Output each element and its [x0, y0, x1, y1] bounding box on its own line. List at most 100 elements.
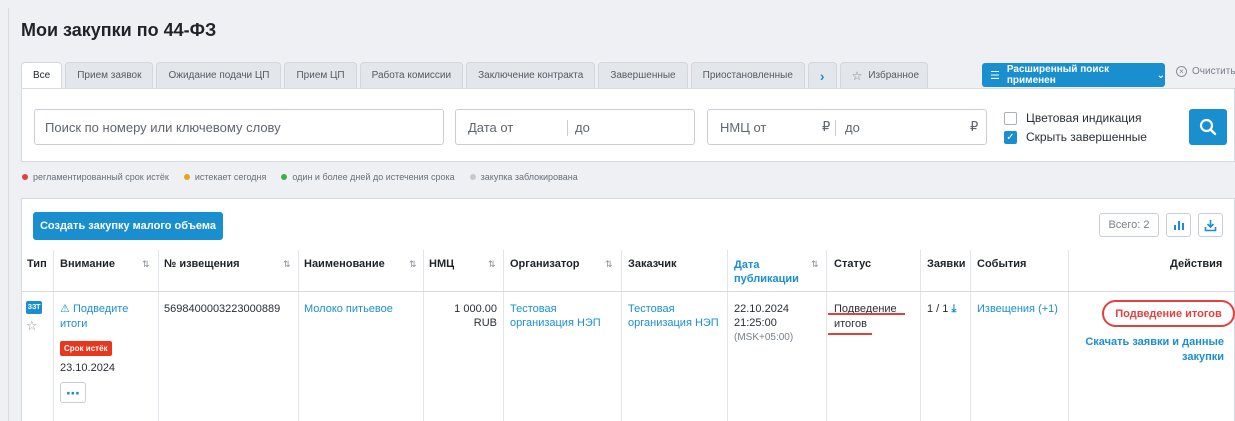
col-name[interactable]: Наименование [304, 258, 385, 270]
chevron-right-icon: › [819, 67, 825, 84]
legend-label: один и более дней до истечения срока [292, 172, 455, 182]
color-indication-option[interactable]: Цветовая индикация [1004, 111, 1141, 125]
hide-completed-label: Скрыть завершенные [1026, 130, 1147, 144]
legend-label: истекает сегодня [194, 172, 267, 182]
sort-icon[interactable]: ⇅ [811, 259, 819, 270]
tab-contract[interactable]: Заключение контракта [466, 62, 596, 88]
col-applications: Заявки [927, 258, 966, 270]
column-divider [727, 250, 728, 421]
customer-link[interactable]: Тестовая [628, 302, 675, 316]
sort-icon[interactable]: ⇅ [488, 259, 496, 270]
date-range-input[interactable]: Дата от до [455, 109, 695, 145]
deadline-date: 23.10.2024 [60, 362, 116, 374]
ruble-icon: ₽ [822, 119, 831, 134]
column-divider [970, 250, 971, 421]
nmc-value: 1 000.00 [454, 303, 497, 315]
sort-icon[interactable]: ⇅ [142, 259, 150, 270]
col-customer[interactable]: Заказчик [628, 258, 676, 270]
summarize-results-button[interactable]: Подведение итогов [1102, 300, 1235, 327]
tab-commission[interactable]: Работа комиссии [359, 62, 464, 88]
sort-icon[interactable]: ⇅ [283, 259, 291, 270]
page-title: Мои закупки по 44-ФЗ [21, 20, 217, 40]
column-divider [621, 250, 622, 421]
tab-label: Работа комиссии [371, 70, 452, 81]
tab-label: Прием ЦП [296, 70, 345, 81]
date-to-placeholder: до [575, 120, 590, 135]
attention-text-line2[interactable]: итоги [60, 317, 87, 331]
bar-chart-icon [1173, 221, 1184, 230]
col-actions: Действия [1170, 258, 1223, 270]
attention-link[interactable]: ⚠ Подведите [60, 302, 128, 316]
nmc-range-input[interactable]: НМЦ от ₽ до ₽ [707, 109, 987, 145]
publication-time: 21:25:00 [734, 317, 777, 329]
total-count: Всего: 2 [1099, 213, 1159, 237]
legend-label: регламентированный срок истёк [33, 172, 169, 182]
column-settings-button[interactable] [1166, 213, 1191, 237]
hide-completed-checkbox[interactable]: ✓ [1004, 130, 1017, 144]
color-indication-checkbox[interactable] [1004, 111, 1017, 125]
star-icon: ☆ [851, 68, 863, 83]
tab-label: Завершенные [610, 70, 676, 81]
col-nmc[interactable]: НМЦ [429, 258, 454, 270]
nmc-from-placeholder: НМЦ от [720, 120, 767, 135]
legend-item: закупка заблокирована [469, 172, 578, 182]
sort-icon[interactable]: ⇅ [409, 259, 417, 270]
publication-date: 22.10.2024 [734, 303, 790, 315]
deadline-expired-badge: Срок истёк [60, 341, 112, 356]
tab-suspended[interactable]: Приостановленные [690, 62, 805, 88]
download-icon[interactable]: ⤓ [951, 303, 956, 315]
column-divider [826, 250, 827, 421]
tab-label: Заключение контракта [478, 70, 584, 81]
more-actions-button[interactable]: ⋯ [60, 382, 86, 403]
tab-applications[interactable]: Прием заявок [65, 62, 154, 88]
ruble-icon: ₽ [970, 119, 979, 134]
tab-label: Ожидание подачи ЦП [168, 70, 270, 81]
tab-all[interactable]: Все [21, 62, 63, 88]
create-small-purchase-button[interactable]: Создать закупку малого объема [33, 212, 223, 240]
download-link-line2: закупки [1182, 351, 1224, 363]
download-applications-link[interactable]: Скачать заявки и данные закупки [1078, 335, 1224, 365]
purchase-name-link[interactable]: Молоко питьевое [304, 302, 393, 316]
column-divider [158, 250, 159, 421]
clear-label: Очистить [1192, 66, 1235, 77]
events-link[interactable]: Извещения (+1) [977, 302, 1058, 316]
legend-item: истекает сегодня [183, 172, 267, 182]
advanced-search-button[interactable]: ☰ Расширенный поиск применен ⌄ [982, 63, 1165, 87]
tab-label: Все [33, 70, 51, 81]
customer-link-line2[interactable]: организация НЭП [628, 316, 719, 330]
color-indication-label: Цветовая индикация [1026, 111, 1142, 125]
col-publication-date[interactable]: Дата публикации [734, 258, 804, 286]
tab-next-button[interactable]: › [807, 62, 837, 88]
clear-filters-button[interactable]: × Очистить [1176, 66, 1235, 77]
search-button[interactable] [1189, 109, 1227, 145]
organizer-link[interactable]: Тестовая [510, 302, 557, 316]
nmc-currency: RUB [473, 317, 497, 329]
advanced-search-label: Расширенный поиск применен [1006, 64, 1110, 86]
green-dot-icon [281, 174, 288, 180]
divider [835, 120, 836, 136]
publication-timezone: (MSK+05:00) [734, 332, 794, 343]
status-underline [828, 333, 872, 335]
sort-icon[interactable]: ⇅ [605, 259, 613, 270]
applications-count[interactable]: 1 / 1 ⤓ [927, 302, 956, 316]
tab-label: Избранное [868, 70, 920, 81]
export-button[interactable] [1198, 213, 1223, 237]
col-notice-number[interactable]: № извещения [164, 258, 240, 270]
notice-number: 569840000322300088​9 [164, 303, 281, 315]
close-circle-icon: × [1176, 66, 1187, 77]
chevron-down-icon: ⌄ [1156, 69, 1165, 81]
tab-label: Прием заявок [77, 70, 142, 81]
applications-text: 1 / 1 [927, 303, 949, 315]
favorite-star-icon[interactable]: ☆ [26, 318, 38, 334]
col-organizer[interactable]: Организатор [510, 258, 580, 270]
col-attention[interactable]: Внимание [60, 258, 115, 270]
tab-favorites[interactable]: ☆ Избранное [839, 62, 928, 88]
organizer-link-line2[interactable]: организация НЭП [510, 316, 601, 330]
hide-completed-option[interactable]: ✓ Скрыть завершенные [1004, 130, 1147, 144]
tab-price-offers[interactable]: Прием ЦП [284, 62, 357, 88]
tab-waiting-price[interactable]: Ожидание подачи ЦП [156, 62, 282, 88]
col-type: Тип [27, 258, 47, 270]
search-input[interactable]: Поиск по номеру или ключевому слову [34, 109, 444, 145]
column-divider [298, 250, 299, 421]
tab-completed[interactable]: Завершенные [598, 62, 688, 88]
